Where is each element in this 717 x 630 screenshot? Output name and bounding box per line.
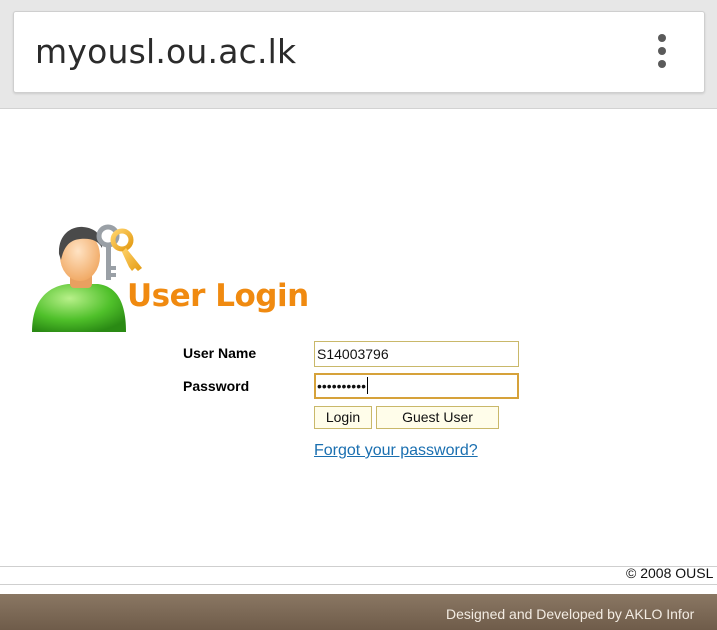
- forgot-password-link[interactable]: Forgot your password?: [314, 442, 478, 460]
- password-label: Password: [183, 378, 250, 394]
- footer-divider-bottom: [0, 584, 717, 585]
- username-label: User Name: [183, 345, 257, 361]
- text-caret: [367, 377, 369, 394]
- copyright-text: © 2008 OUSL: [626, 565, 714, 581]
- menu-dots-icon[interactable]: [654, 34, 670, 70]
- guest-user-button[interactable]: Guest User: [376, 406, 499, 429]
- browser-toolbar: myousl.ou.ac.lk: [0, 0, 717, 109]
- login-button[interactable]: Login: [314, 406, 372, 429]
- username-field[interactable]: S14003796: [314, 341, 519, 367]
- footer-divider-top: [0, 566, 717, 567]
- credit-text: Designed and Developed by AKLO Infor: [446, 606, 695, 622]
- credit-bar: Designed and Developed by AKLO Infor: [0, 594, 717, 630]
- login-title: User Login: [127, 278, 309, 314]
- address-url[interactable]: myousl.ou.ac.lk: [35, 32, 296, 71]
- password-field[interactable]: ••••••••••: [314, 373, 519, 399]
- password-mask: ••••••••••: [317, 378, 367, 394]
- address-bar[interactable]: myousl.ou.ac.lk: [13, 11, 705, 93]
